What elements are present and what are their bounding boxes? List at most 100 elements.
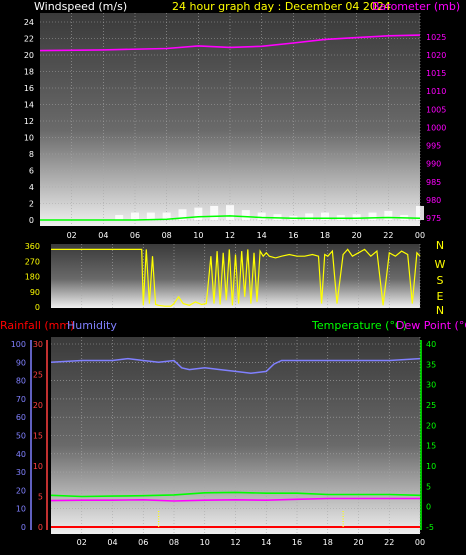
humidity-tick-label: 10 (16, 505, 26, 514)
windspeed-tick-label: 4 (29, 183, 34, 192)
dew-point-axis-title: Dew Point (°C) (396, 319, 466, 332)
temperature-tick-label: 35 (426, 360, 436, 369)
windspeed-tick-label: 0 (29, 216, 34, 225)
temperature-tick-label: 20 (426, 421, 436, 430)
windspeed-tick-label: 6 (29, 167, 34, 176)
hour-tick-label: 12 (225, 231, 235, 240)
humidity-tick-label: 40 (16, 450, 26, 459)
humidity-tick-label: 20 (16, 486, 26, 495)
rainfall-tick-label: 5 (38, 493, 43, 502)
humidity-tick-label: 100 (11, 340, 26, 349)
compass-label: S (437, 274, 444, 287)
compass-label: N (436, 304, 444, 317)
windspeed-tick-label: 16 (24, 84, 34, 93)
hour-tick-label: 14 (257, 231, 267, 240)
hour-tick-label: 14 (261, 538, 271, 547)
barometer-tick-label: 1000 (426, 123, 446, 132)
hour-tick-label: 20 (352, 231, 362, 240)
compass-label: N (436, 239, 444, 252)
wind-gust-bar (336, 215, 345, 220)
direction-tick-label: 90 (30, 288, 40, 297)
hour-tick-label: 20 (353, 538, 363, 547)
compass-labels: N W S E N (435, 239, 446, 317)
rainfall-tick-label: 20 (33, 401, 43, 410)
hour-tick-label: 08 (169, 538, 179, 547)
hour-tick-label: 16 (288, 231, 298, 240)
hour-tick-label: 00 (415, 231, 425, 240)
temperature-tick-label: -5 (426, 523, 434, 532)
barometer-tick-label: 975 (426, 214, 441, 223)
humidity-tick-label: 70 (16, 395, 26, 404)
temperature-axis-title: Temperature (°C) (311, 319, 407, 332)
humidity-tick-label: 60 (16, 413, 26, 422)
barometer-tick-label: 1015 (426, 69, 446, 78)
hour-tick-label: 12 (230, 538, 240, 547)
wind-gust-bar (384, 210, 393, 220)
hour-tick-label: 00 (415, 538, 425, 547)
rainfall-axis-title: Rainfall (mm) (0, 319, 74, 332)
hour-tick-label: 06 (138, 538, 148, 547)
temperature-tick-label: 5 (426, 482, 431, 491)
wind-gust-bar (241, 210, 250, 220)
temperature-tick-label: 30 (426, 381, 436, 390)
humidity-tick-label: 30 (16, 468, 26, 477)
wind-pressure-chart: 024681012141618202224 975980985990995100… (24, 13, 446, 240)
barometer-tick-label: 1010 (426, 87, 446, 96)
rainfall-tick-label: 0 (38, 523, 43, 532)
direction-tick-label: 360 (25, 242, 40, 251)
direction-tick-label: 0 (35, 303, 40, 312)
hour-tick-label: 18 (320, 231, 330, 240)
hour-tick-label: 08 (162, 231, 172, 240)
hour-tick-label: 02 (67, 231, 77, 240)
barometer-tick-label: 1025 (426, 33, 446, 42)
hour-tick-label: 22 (383, 231, 393, 240)
windspeed-tick-label: 22 (24, 35, 34, 44)
direction-tick-label: 180 (25, 273, 40, 282)
windspeed-tick-label: 14 (24, 101, 34, 110)
rainfall-tick-label: 30 (33, 340, 43, 349)
direction-tick-label: 270 (25, 257, 40, 266)
hour-tick-label: 10 (200, 538, 210, 547)
windspeed-tick-label: 18 (24, 68, 34, 77)
wind-direction-chart: 0 90 180 270 360 N W S E N (25, 239, 446, 317)
wind-gust-bar (368, 212, 377, 220)
humidity-tick-label: 80 (16, 377, 26, 386)
wind-pressure-plot-area (40, 13, 420, 226)
temperature-tick-label: 0 (426, 503, 431, 512)
compass-label: E (437, 290, 444, 303)
barometer-axis-title: Barometer (mb) (372, 0, 460, 13)
humidity-tick-label: 50 (16, 432, 26, 441)
hour-tick-label: 06 (130, 231, 140, 240)
chart-title: 24 hour graph day : December 04 2024 (172, 0, 391, 13)
rain-humidity-temperature-chart: 0102030405060708090100051015202530-50510… (11, 337, 436, 547)
humidity-tick-label: 90 (16, 358, 26, 367)
temperature-tick-label: 10 (426, 462, 436, 471)
windspeed-tick-label: 24 (24, 18, 34, 27)
rainfall-tick-label: 10 (33, 462, 43, 471)
wind-gust-bar (194, 207, 203, 220)
barometer-tick-label: 995 (426, 142, 441, 151)
weather-graphs: Windspeed (m/s) 24 hour graph day : Dece… (0, 0, 466, 547)
humidity-tick-label: 0 (21, 523, 26, 532)
wind-gust-bar (226, 205, 234, 220)
compass-label: W (435, 258, 446, 271)
rainfall-tick-label: 25 (33, 371, 43, 380)
windspeed-tick-label: 20 (24, 51, 34, 60)
temperature-tick-label: 25 (426, 401, 436, 410)
wind-gust-bar (352, 214, 361, 220)
barometer-tick-label: 1020 (426, 51, 446, 60)
windspeed-tick-label: 10 (24, 134, 34, 143)
hour-tick-label: 16 (292, 538, 302, 547)
barometer-tick-label: 1005 (426, 105, 446, 114)
windspeed-tick-label: 8 (29, 150, 34, 159)
temperature-tick-label: 15 (426, 442, 436, 451)
barometer-tick-label: 985 (426, 178, 441, 187)
hour-tick-label: 22 (384, 538, 394, 547)
windspeed-tick-label: 12 (24, 117, 34, 126)
wind-gust-bar (131, 212, 139, 220)
hour-tick-label: 10 (193, 231, 203, 240)
wind-gust-bar (210, 205, 219, 220)
barometer-tick-label: 980 (426, 196, 441, 205)
windspeed-tick-label: 2 (29, 200, 34, 209)
windspeed-axis-title: Windspeed (m/s) (34, 0, 127, 13)
